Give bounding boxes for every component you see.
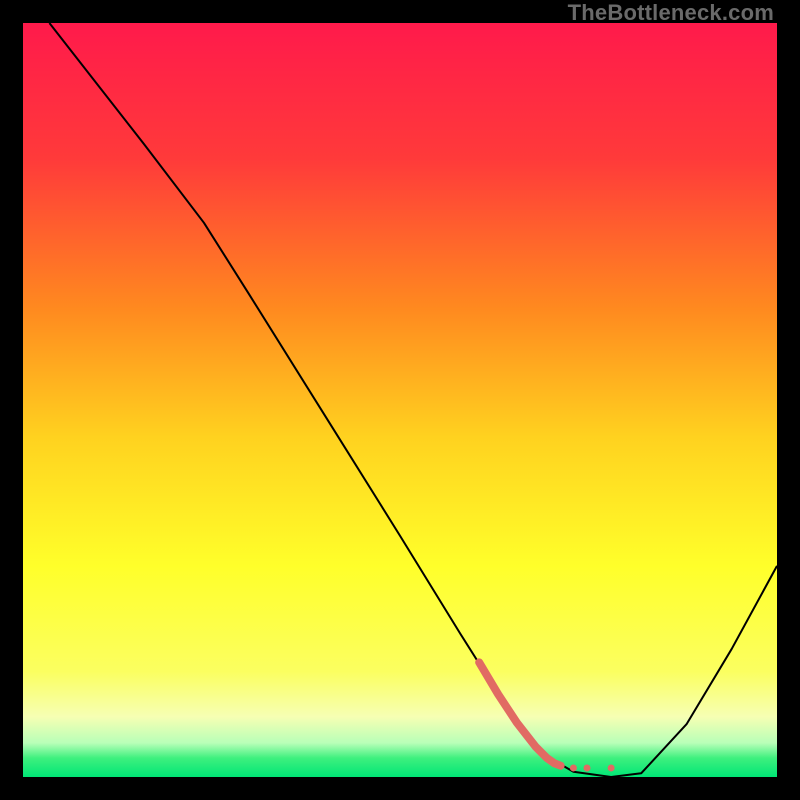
highlight-dot: [583, 764, 590, 771]
bottleneck-chart: [23, 23, 777, 777]
highlight-dot: [570, 764, 577, 771]
highlight-dot: [608, 764, 615, 771]
gradient-background: [23, 23, 777, 777]
watermark-text: TheBottleneck.com: [568, 0, 774, 26]
